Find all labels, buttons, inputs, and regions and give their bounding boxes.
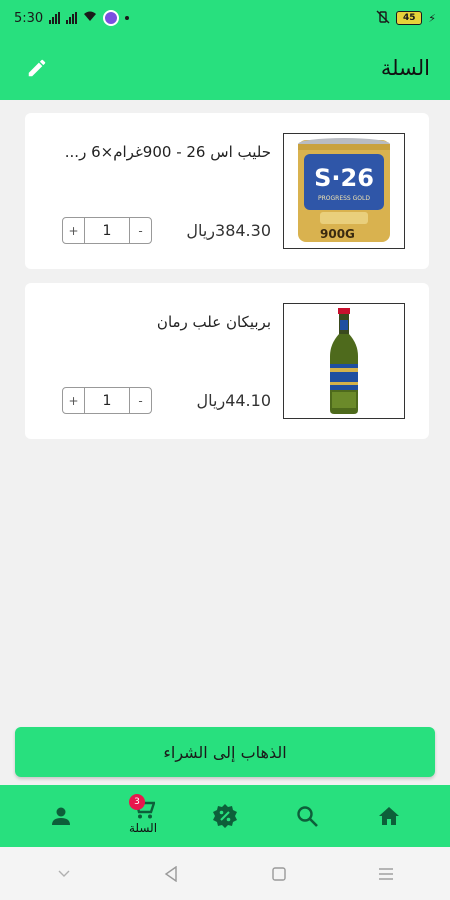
more-notifications-icon	[125, 16, 130, 20]
product-price: 384.30ريال	[186, 221, 271, 240]
cart-count-badge: 3	[129, 794, 145, 810]
svg-text:900G: 900G	[320, 227, 355, 241]
status-bar: 5:30 45 ⚡	[0, 0, 450, 36]
nav-search[interactable]	[277, 786, 337, 846]
nav-home[interactable]	[359, 786, 419, 846]
back-button[interactable]	[151, 854, 191, 894]
app-bar: السلة	[0, 36, 450, 100]
decrease-quantity-button[interactable]: -	[129, 218, 151, 243]
barbican-bottle-image	[330, 308, 358, 414]
hide-keyboard-button[interactable]	[44, 854, 84, 894]
product-image[interactable]	[283, 303, 405, 419]
checkout-button[interactable]: الذهاب إلى الشراء	[15, 727, 435, 777]
cart-item: بربيكان علب رمان 44.10ريال + 1 -	[25, 283, 429, 439]
nav-profile[interactable]	[31, 786, 91, 846]
increase-quantity-button[interactable]: +	[63, 388, 85, 413]
quantity-value: 1	[102, 392, 112, 409]
nav-cart-label: السلة	[128, 820, 158, 835]
svg-text:S·26: S·26	[314, 164, 374, 192]
product-name: حليب اس 26 - 900غرام×6 ر...	[64, 143, 271, 161]
page-title: السلة	[380, 56, 430, 80]
home-icon	[379, 807, 399, 825]
svg-text:PROGRESS GOLD: PROGRESS GOLD	[318, 195, 370, 202]
product-price: 44.10ريال	[196, 391, 272, 410]
square-icon	[272, 866, 286, 881]
app-notification-icon	[103, 10, 120, 26]
status-time: 5:30	[14, 10, 44, 26]
quantity-value: 1	[102, 222, 112, 239]
signal-icon	[49, 12, 61, 24]
edit-icon[interactable]	[24, 55, 50, 81]
recents-button[interactable]	[366, 854, 406, 894]
s26-milk-can-image: S·26 PROGRESS GOLD 900G	[298, 138, 390, 242]
decrease-quantity-button[interactable]: -	[129, 388, 151, 413]
back-triangle-icon	[165, 865, 177, 882]
battery-icon: 45	[396, 11, 423, 25]
search-icon	[297, 806, 318, 827]
status-right: 45 ⚡	[376, 10, 436, 27]
charging-icon: ⚡	[428, 11, 436, 25]
quantity-stepper: + 1 -	[62, 387, 152, 414]
product-name: بربيكان علب رمان	[156, 313, 271, 331]
wifi-icon	[83, 11, 97, 25]
menu-lines-icon	[379, 867, 394, 880]
nav-offers[interactable]	[195, 786, 255, 846]
person-icon	[52, 807, 70, 825]
vibrate-off-icon	[376, 10, 390, 27]
discount-badge-icon	[213, 804, 237, 828]
increase-quantity-button[interactable]: +	[63, 218, 85, 243]
system-navigation	[0, 847, 450, 900]
bottom-navigation: 3 السلة	[0, 785, 450, 847]
product-image[interactable]: S·26 PROGRESS GOLD 900G	[283, 133, 405, 249]
quantity-stepper: + 1 -	[62, 217, 152, 244]
chevron-down-icon	[58, 870, 70, 877]
home-system-button[interactable]	[259, 854, 299, 894]
status-left: 5:30	[14, 10, 130, 26]
signal-icon-2	[66, 12, 78, 24]
cart-item: S·26 PROGRESS GOLD 900G حليب اس 26 - 900…	[25, 113, 429, 269]
nav-cart[interactable]: 3 السلة	[113, 786, 173, 846]
